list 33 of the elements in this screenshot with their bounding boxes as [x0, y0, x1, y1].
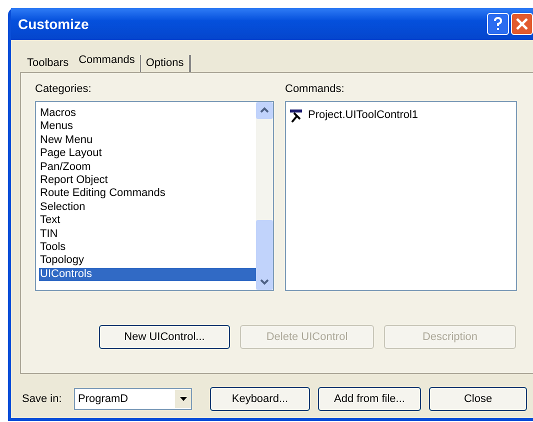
- close-icon: [516, 18, 528, 30]
- dialog-button[interactable]: Close: [429, 387, 527, 411]
- tool-control-icon: [289, 109, 303, 123]
- panel-button[interactable]: New UIControl...: [99, 325, 230, 349]
- category-item[interactable]: Route Editing Commands: [39, 187, 256, 201]
- help-icon: [493, 17, 503, 31]
- help-button[interactable]: [487, 13, 509, 35]
- save-in-label: Save in:: [22, 392, 63, 407]
- window-title: Customize: [18, 14, 90, 34]
- save-in-combo[interactable]: ProgramD: [74, 388, 192, 410]
- commands-label: Commands:: [285, 83, 346, 97]
- command-item[interactable]: Project.UIToolControl1: [307, 109, 418, 123]
- dialog-button[interactable]: Keyboard...: [210, 387, 310, 411]
- category-item[interactable]: Pan/Zoom: [39, 160, 256, 174]
- category-item[interactable]: Macros: [39, 107, 256, 120]
- dialog-button[interactable]: Add from file...: [318, 387, 421, 411]
- scroll-up-button[interactable]: [256, 102, 273, 119]
- category-item[interactable]: UIControls: [39, 268, 256, 282]
- category-item[interactable]: TIN: [39, 228, 256, 242]
- close-button[interactable]: [511, 13, 533, 35]
- categories-list[interactable]: Macros Menus New Menu Page Layout Pan/Zoom Report Object Route Editing Commands Selection Text TIN Tools Topology UIControls: [35, 101, 274, 291]
- category-item[interactable]: Page Layout: [39, 147, 256, 161]
- tab[interactable]: Toolbars: [22, 55, 74, 72]
- category-item[interactable]: New Menu: [39, 134, 256, 148]
- commands-list[interactable]: Project.UIToolControl1: [285, 101, 517, 291]
- scrollbar[interactable]: [256, 102, 273, 290]
- category-item[interactable]: Tools: [39, 241, 256, 254]
- categories-label: Categories:: [35, 83, 92, 97]
- category-item[interactable]: Selection: [39, 200, 256, 214]
- category-item[interactable]: Topology: [39, 254, 256, 268]
- category-item[interactable]: Menus: [39, 120, 256, 134]
- category-item[interactable]: Text: [39, 214, 256, 228]
- category-item[interactable]: Report Object: [39, 174, 256, 188]
